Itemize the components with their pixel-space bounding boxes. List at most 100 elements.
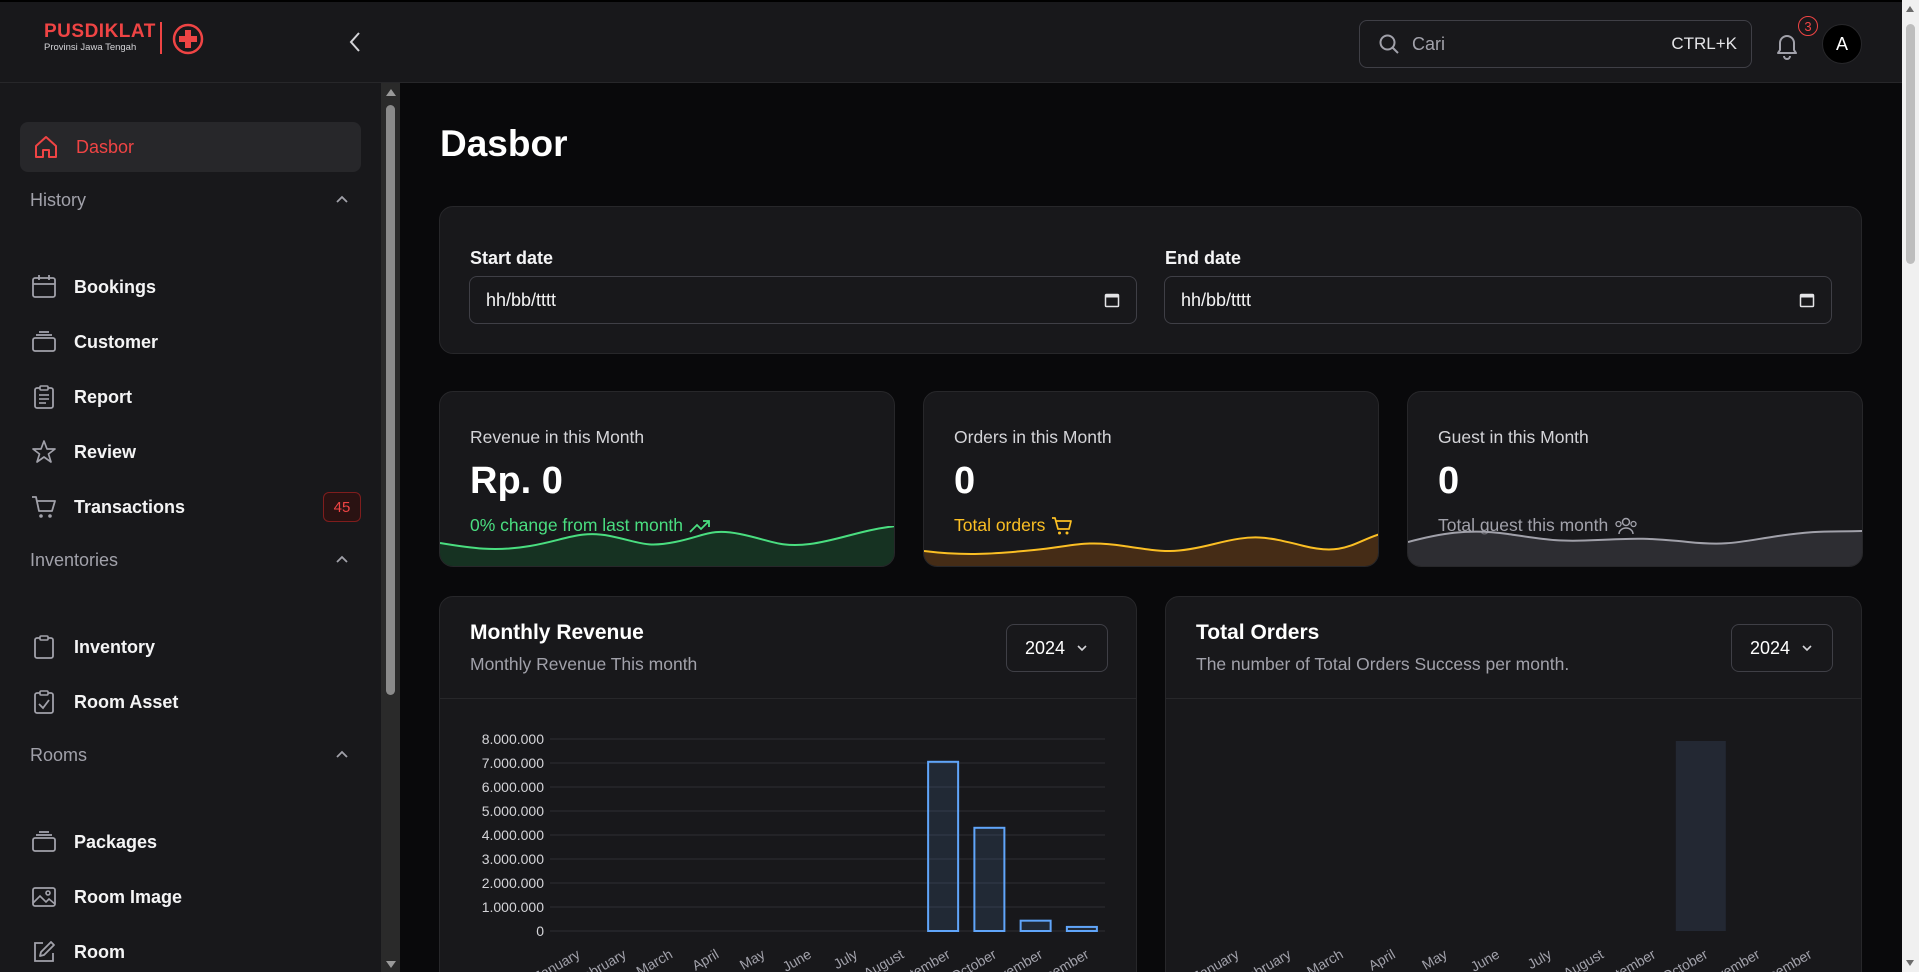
sidebar-group-rooms[interactable]: Rooms <box>30 735 350 775</box>
y-tick-label: 8.000.000 <box>482 731 544 747</box>
x-tick-label: October <box>948 946 999 972</box>
y-tick-label: 6.000.000 <box>482 779 544 795</box>
scroll-down-arrow-icon[interactable] <box>386 961 396 968</box>
sidebar-item-label: Review <box>74 441 137 462</box>
search-placeholder: Cari <box>1412 33 1446 54</box>
y-tick-label: 1.000.000 <box>482 899 544 915</box>
sidebar-item-bookings[interactable]: Bookings <box>30 267 361 307</box>
y-tick-label: 3.000.000 <box>482 851 544 867</box>
end-date-label: End date <box>1165 248 1242 268</box>
sidebar-item-room[interactable]: Room <box>30 932 361 972</box>
sidebar-item-label: Room <box>74 941 125 962</box>
sidebar-item-label: Packages <box>74 831 158 852</box>
calendar-icon[interactable] <box>1104 292 1120 308</box>
window-scrollbar[interactable] <box>1902 0 1919 972</box>
x-tick-label: May <box>1419 946 1450 972</box>
image-icon <box>30 883 58 911</box>
brand-subtitle: Provinsi Jawa Tengah <box>44 42 137 53</box>
start-date-input[interactable]: hh/bb/tttt <box>469 276 1137 324</box>
stat-title: Orders in this Month <box>954 427 1112 447</box>
brand-text: PUSDIKLAT Provinsi Jawa Tengah <box>44 22 162 54</box>
brand-logo[interactable]: PUSDIKLAT Provinsi Jawa Tengah <box>44 22 204 55</box>
revenue-bar <box>927 760 960 932</box>
sidebar-item-room-image[interactable]: Room Image <box>30 877 361 917</box>
x-tick-label: July <box>831 946 861 972</box>
end-date-value: hh/bb/tttt <box>1181 289 1252 310</box>
clipboard-check-icon <box>30 688 58 716</box>
sidebar-item-label: Bookings <box>74 276 157 297</box>
sidebar-group-title: Inventories <box>30 549 119 570</box>
guest-stat-card: Guest in this Month 0 Total guest this m… <box>1407 391 1863 567</box>
stat-value: 0 <box>1438 460 1460 502</box>
clipboard-list-icon <box>30 383 58 411</box>
notification-count-badge: 3 <box>1798 16 1818 36</box>
calendar-icon[interactable] <box>1799 292 1815 308</box>
x-tick-label: June <box>780 946 814 972</box>
x-tick-label: February <box>1237 946 1294 972</box>
search-input[interactable]: Cari CTRL+K <box>1359 20 1752 68</box>
start-date-label: Start date <box>470 248 554 268</box>
x-tick-label: January <box>531 946 582 972</box>
stack-icon <box>30 328 58 356</box>
x-tick-label: March <box>633 946 675 972</box>
stack-icon <box>30 828 58 856</box>
y-tick-label: 4.000.000 <box>482 827 544 843</box>
chevron-down-icon <box>1802 645 1812 652</box>
chevron-up-icon <box>336 195 348 203</box>
bell-icon <box>1777 35 1797 60</box>
sidebar-item-transactions[interactable]: Transactions 45 <box>30 487 361 527</box>
year-select-value: 2024 <box>1024 637 1066 658</box>
y-tick-label: 2.000.000 <box>482 875 544 891</box>
scroll-down-arrow-icon[interactable] <box>1906 960 1914 966</box>
total-orders-card: Total Orders The number of Total Orders … <box>1165 596 1862 972</box>
sidebar-collapse-button[interactable] <box>342 26 368 58</box>
chevron-up-icon <box>336 555 348 563</box>
sidebar-group-title: History <box>30 189 87 210</box>
sidebar-item-label: Dasbor <box>76 136 135 157</box>
sidebar-item-label: Report <box>74 386 132 407</box>
sidebar-item-packages[interactable]: Packages <box>30 822 361 862</box>
guest-sparkline <box>1408 530 1862 566</box>
notifications-button[interactable] <box>1770 28 1804 62</box>
x-tick-label: March <box>1304 946 1346 972</box>
end-date-input[interactable]: hh/bb/tttt <box>1164 276 1832 324</box>
sidebar-scrollbar[interactable] <box>381 83 400 972</box>
y-tick-label: 7.000.000 <box>482 755 544 771</box>
sidebar-item-customer[interactable]: Customer <box>30 322 361 362</box>
calendar-icon <box>30 273 58 301</box>
y-tick-label: 0 <box>536 923 544 939</box>
stat-title: Revenue in this Month <box>470 427 645 447</box>
scroll-up-arrow-icon[interactable] <box>386 89 396 96</box>
window-scrollbar-thumb[interactable] <box>1906 24 1915 264</box>
stat-value: 0 <box>954 460 976 502</box>
orders-year-select[interactable]: 2024 <box>1731 624 1833 672</box>
transactions-count-badge: 45 <box>323 492 361 522</box>
orders-hover-column <box>1675 741 1726 931</box>
search-icon <box>1379 34 1399 54</box>
orders-sparkline <box>924 533 1378 566</box>
revenue-stat-card: Revenue in this Month Rp. 0 0% change fr… <box>439 391 895 567</box>
sidebar-item-review[interactable]: Review <box>30 432 361 472</box>
chart-subtitle: Monthly Revenue This month <box>470 654 698 674</box>
revenue-bar <box>973 826 1006 932</box>
sidebar-item-label: Transactions <box>74 496 186 517</box>
sidebar-item-room-asset[interactable]: Room Asset <box>30 682 361 722</box>
revenue-year-select[interactable]: 2024 <box>1006 624 1108 672</box>
sidebar-item-report[interactable]: Report <box>30 377 361 417</box>
sidebar-scrollbar-thumb[interactable] <box>386 105 395 695</box>
sidebar-item-dasbor[interactable]: Dasbor <box>20 122 361 172</box>
main-content: Dasbor Start date hh/bb/tttt End date hh… <box>400 83 1902 972</box>
user-avatar[interactable]: A <box>1822 24 1862 64</box>
stat-title: Guest in this Month <box>1438 427 1589 447</box>
sidebar-group-inventories[interactable]: Inventories <box>30 540 350 580</box>
app: PUSDIKLAT Provinsi Jawa Tengah Cari CTRL… <box>0 0 1919 972</box>
revenue-bar <box>1019 919 1052 932</box>
x-tick-label: April <box>1366 946 1398 972</box>
sidebar-group-history[interactable]: History <box>30 180 350 220</box>
sidebar-item-label: Room Image <box>74 886 183 907</box>
scroll-up-arrow-icon[interactable] <box>1906 6 1914 12</box>
revenue-sparkline <box>440 526 894 566</box>
start-date-value: hh/bb/tttt <box>486 289 557 310</box>
monthly-revenue-card: Monthly Revenue Monthly Revenue This mon… <box>439 596 1137 972</box>
sidebar-item-inventory[interactable]: Inventory <box>30 627 361 667</box>
